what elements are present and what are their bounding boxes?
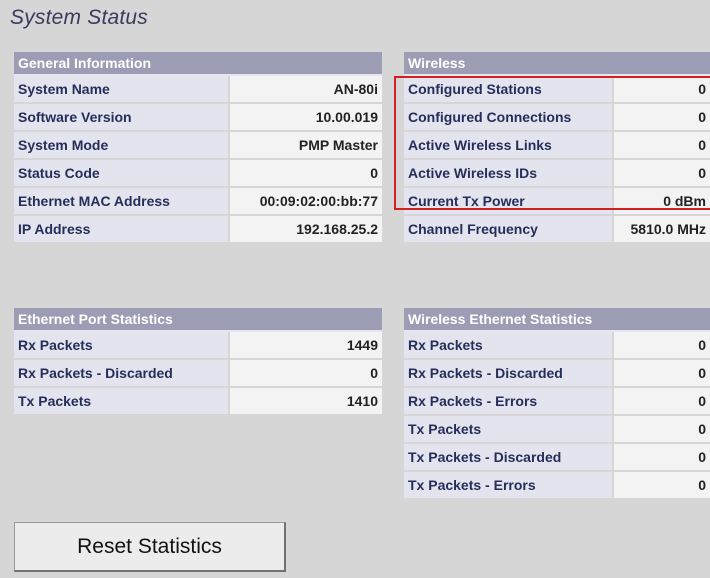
table-row: Rx Packets - Errors 0	[404, 388, 710, 416]
wireless-stats-table: Wireless Ethernet Statistics Rx Packets …	[404, 308, 710, 500]
general-info-header: General Information	[14, 52, 382, 76]
table-row: Rx Packets - Discarded 0	[404, 360, 710, 388]
table-row: System Name AN-80i	[14, 76, 382, 104]
row-label: Channel Frequency	[404, 216, 614, 244]
row-value: PMP Master	[230, 132, 382, 160]
row-label: Rx Packets	[404, 332, 614, 360]
row-label: Tx Packets - Errors	[404, 472, 614, 500]
row-label: IP Address	[14, 216, 230, 244]
reset-statistics-button[interactable]: Reset Statistics	[14, 522, 286, 572]
general-info-table: General Information System Name AN-80i S…	[14, 52, 382, 244]
row-label: Rx Packets - Discarded	[14, 360, 230, 388]
row-label: Tx Packets	[404, 416, 614, 444]
row-label: Rx Packets	[14, 332, 230, 360]
row-label: Software Version	[14, 104, 230, 132]
ethernet-stats-table: Ethernet Port Statistics Rx Packets 1449…	[14, 308, 382, 416]
table-row: Tx Packets 1410	[14, 388, 382, 416]
row-value: 5810.0 MHz	[614, 216, 710, 244]
table-row: Tx Packets - Discarded 0	[404, 444, 710, 472]
wireless-header: Wireless	[404, 52, 710, 76]
table-row: System Mode PMP Master	[14, 132, 382, 160]
row-value: 1410	[230, 388, 382, 416]
row-label: System Name	[14, 76, 230, 104]
table-row: Tx Packets - Errors 0	[404, 472, 710, 500]
table-row: Tx Packets 0	[404, 416, 710, 444]
page-title: System Status	[10, 6, 148, 29]
row-label: Status Code	[14, 160, 230, 188]
row-value: 0	[230, 160, 382, 188]
table-row: IP Address 192.168.25.2	[14, 216, 382, 244]
row-value: 10.00.019	[230, 104, 382, 132]
table-row: Rx Packets 0	[404, 332, 710, 360]
row-value: 0	[614, 444, 710, 472]
table-row: Status Code 0	[14, 160, 382, 188]
wireless-stats-header: Wireless Ethernet Statistics	[404, 308, 710, 332]
row-label: Ethernet MAC Address	[14, 188, 230, 216]
row-value: 0	[614, 472, 710, 500]
row-label: System Mode	[14, 132, 230, 160]
row-value: 00:09:02:00:bb:77	[230, 188, 382, 216]
row-value: AN-80i	[230, 76, 382, 104]
table-row: Software Version 10.00.019	[14, 104, 382, 132]
row-label: Rx Packets - Discarded	[404, 360, 614, 388]
ethernet-stats-header: Ethernet Port Statistics	[14, 308, 382, 332]
row-value: 1449	[230, 332, 382, 360]
table-row: Rx Packets 1449	[14, 332, 382, 360]
row-value: 0	[614, 388, 710, 416]
row-value: 0	[614, 332, 710, 360]
row-value: 192.168.25.2	[230, 216, 382, 244]
row-label: Tx Packets	[14, 388, 230, 416]
row-label: Tx Packets - Discarded	[404, 444, 614, 472]
highlight-box	[394, 76, 710, 210]
row-label: Rx Packets - Errors	[404, 388, 614, 416]
table-row: Channel Frequency 5810.0 MHz	[404, 216, 710, 244]
row-value: 0	[614, 416, 710, 444]
table-row: Rx Packets - Discarded 0	[14, 360, 382, 388]
table-row: Ethernet MAC Address 00:09:02:00:bb:77	[14, 188, 382, 216]
row-value: 0	[614, 360, 710, 388]
row-value: 0	[230, 360, 382, 388]
